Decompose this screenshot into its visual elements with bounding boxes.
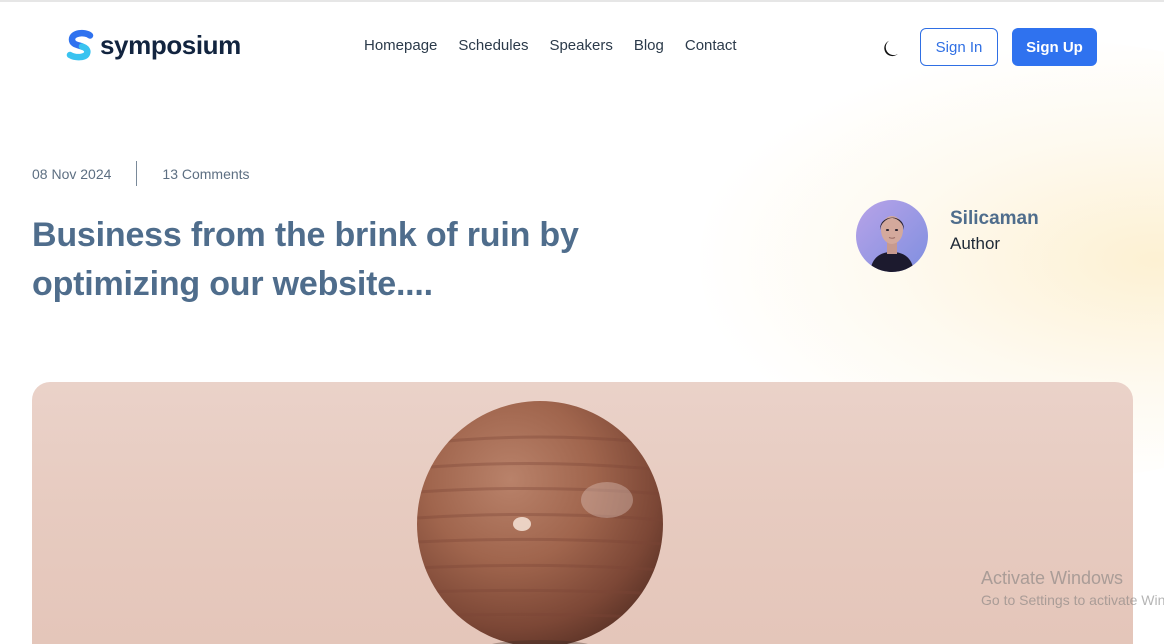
site-header: symposium Homepage Schedules Speakers Bl… [0,2,1164,90]
author-name[interactable]: Silicaman [950,206,1039,232]
theme-toggle-button[interactable] [880,36,904,60]
post-meta: 08 Nov 2024 13 Comments [32,161,250,186]
moon-icon [884,40,898,57]
wooden-sphere-photo [417,401,663,644]
author-avatar[interactable] [856,200,928,272]
brand-name: symposium [100,30,241,60]
s-logo-icon [66,29,94,61]
meta-divider [136,161,138,186]
blog-post-page: symposium Homepage Schedules Speakers Bl… [0,0,1164,644]
post-comments-link[interactable]: 13 Comments [162,166,249,182]
sign-in-button[interactable]: Sign In [920,28,998,66]
sign-up-button[interactable]: Sign Up [1012,28,1097,66]
author-role: Author [950,234,1001,253]
nav-blog[interactable]: Blog [634,36,664,56]
author-info: Silicaman Author [950,206,1039,256]
post-title: Business from the brink of ruin by optim… [32,216,579,303]
brand-logo-link[interactable]: symposium [66,29,241,61]
nav-contact[interactable]: Contact [685,36,737,56]
hero-image [32,382,1133,644]
nav-speakers[interactable]: Speakers [549,36,612,56]
nav-schedules[interactable]: Schedules [458,36,528,56]
nav-homepage[interactable]: Homepage [364,36,437,56]
author-card: Silicaman Author [856,200,1039,272]
main-nav: Homepage Schedules Speakers Blog Contact [364,36,737,56]
post-date: 08 Nov 2024 [32,165,112,182]
